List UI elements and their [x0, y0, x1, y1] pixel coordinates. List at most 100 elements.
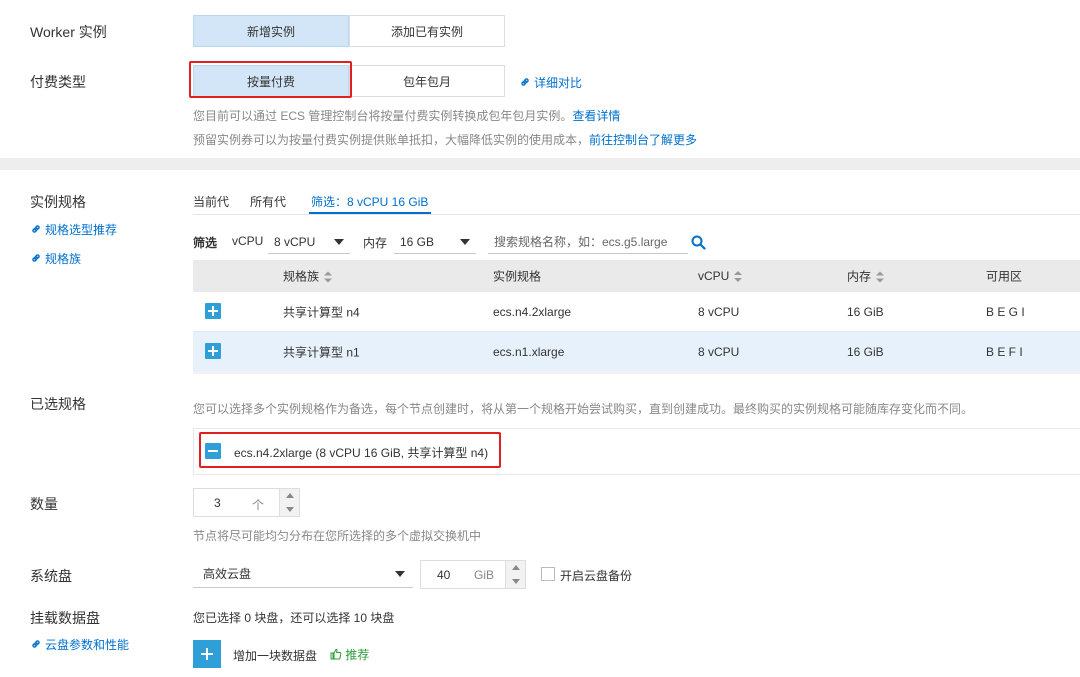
row-type: ecs.n4.2xlarge: [493, 304, 572, 319]
disk-size-spinner[interactable]: [505, 560, 526, 589]
mem-filter-label: 内存: [363, 236, 388, 250]
data-disk-note: 您已选择 0 块盘，还可以选择 10 块盘: [193, 611, 395, 625]
add-existing-instance-button[interactable]: 添加已有实例: [349, 15, 505, 47]
chevron-down-icon: [460, 238, 470, 245]
table-row[interactable]: 共享计算型 n1 ecs.n1.xlarge 8 vCPU 16 GiB B E…: [193, 332, 1080, 371]
disk-performance-text: 云盘参数和性能: [45, 638, 130, 652]
col-mem-text: 内存: [847, 269, 872, 284]
table-bottom-border: [193, 371, 1080, 374]
disk-performance-link[interactable]: 云盘参数和性能: [30, 636, 129, 653]
row-vcpu: 8 vCPU: [698, 304, 740, 319]
add-data-disk-button[interactable]: [193, 640, 221, 668]
billing-note-2: 预留实例券可以为按量付费实例提供账单抵扣，大幅降低实例的使用成本，前往控制台了解…: [193, 131, 697, 148]
compare-link-text: 详细对比: [534, 76, 583, 90]
section-divider: [0, 158, 1080, 170]
chevron-down-icon: [334, 238, 344, 245]
link-icon: [32, 225, 40, 233]
chevron-up-icon: [511, 565, 520, 571]
quantity-note: 节点将尽可能均匀分布在您所选择的多个虚拟交换机中: [193, 529, 482, 543]
spec-table-header: 规格族 实例规格 vCPU 内存 可用区: [193, 260, 1080, 292]
col-type: 实例规格: [493, 269, 542, 284]
col-vcpu[interactable]: vCPU: [698, 269, 743, 283]
system-disk-size-value: 40: [437, 568, 451, 582]
new-instance-button[interactable]: 新增实例: [193, 15, 349, 47]
row-type: ecs.n1.xlarge: [493, 344, 565, 359]
system-disk-size-unit: GiB: [474, 568, 495, 582]
add-spec-icon[interactable]: [205, 343, 221, 359]
compare-link[interactable]: 详细对比: [519, 74, 582, 91]
decrement-button[interactable]: [280, 502, 299, 516]
selected-note: 您可以选择多个实例规格作为备选，每个节点创建时，将从第一个规格开始尝试购买，直到…: [193, 402, 974, 416]
chevron-down-icon: [285, 506, 294, 512]
quantity-unit: 个: [252, 498, 265, 512]
col-mem[interactable]: 内存: [847, 268, 885, 285]
col-vcpu-text: vCPU: [698, 269, 730, 283]
vcpu-filter-label: vCPU: [232, 234, 264, 248]
system-disk-label: 系统盘: [30, 568, 72, 584]
decrement-button[interactable]: [506, 574, 525, 588]
view-details-link[interactable]: 查看详情: [572, 109, 620, 123]
highlight-box: [189, 61, 352, 98]
selected-label: 已选规格: [30, 396, 86, 412]
chevron-up-icon: [285, 493, 294, 499]
spec-label: 实例规格: [30, 194, 86, 210]
thumbs-up-icon: [330, 648, 342, 660]
highlight-box: [199, 432, 501, 468]
row-family: 共享计算型 n1: [283, 345, 360, 359]
col-family-text: 规格族: [283, 269, 320, 284]
quantity-label: 数量: [30, 496, 58, 512]
backup-checkbox[interactable]: [541, 567, 555, 581]
plus-icon-vertical: [206, 648, 208, 660]
data-disk-label: 挂载数据盘: [30, 610, 100, 626]
system-disk-type-value: 高效云盘: [203, 567, 252, 581]
mem-select[interactable]: 16 GB: [394, 230, 476, 254]
add-spec-icon[interactable]: [205, 303, 221, 319]
go-console-link[interactable]: 前往控制台了解更多: [589, 133, 697, 147]
row-vcpu: 8 vCPU: [698, 344, 740, 359]
worker-label: Worker 实例: [30, 24, 107, 40]
link-icon: [521, 78, 529, 86]
chevron-down-icon: [511, 578, 520, 584]
row-family: 共享计算型 n4: [283, 305, 360, 319]
chevron-down-icon: [395, 570, 405, 577]
spec-recommend-text: 规格选型推荐: [45, 223, 118, 237]
spec-family-link[interactable]: 规格族: [30, 250, 81, 267]
link-icon: [32, 640, 40, 648]
subscription-button[interactable]: 包年包月: [349, 65, 505, 97]
add-data-disk-label: 增加一块数据盘: [233, 649, 318, 663]
billing-note-2-text: 预留实例券可以为按量付费实例提供账单抵扣，大幅降低实例的使用成本，: [193, 133, 590, 147]
search-icon[interactable]: [691, 235, 706, 250]
mem-select-value: 16 GB: [400, 234, 435, 249]
col-zone: 可用区: [986, 269, 1023, 284]
sort-icon: [734, 271, 743, 283]
spec-search-input[interactable]: 搜索规格名称，如：ecs.g5.large: [488, 230, 688, 254]
system-disk-type-select[interactable]: 高效云盘: [193, 560, 413, 588]
row-zone: B E F I: [986, 344, 1023, 359]
backup-label: 开启云盘备份: [560, 569, 633, 583]
recommend-text: 推荐: [345, 648, 370, 662]
recommend-badge: 推荐: [330, 646, 369, 663]
quantity-spinner[interactable]: [279, 488, 300, 517]
row-mem: 16 GiB: [847, 304, 884, 319]
spec-search-placeholder: 搜索规格名称，如：ecs.g5.large: [494, 235, 668, 249]
vcpu-select[interactable]: 8 vCPU: [268, 230, 350, 254]
filter-label: 筛选: [193, 236, 218, 250]
increment-button[interactable]: [280, 489, 299, 503]
quantity-value: 3: [214, 496, 221, 510]
sort-icon: [876, 271, 885, 283]
row-zone: B E G I: [986, 304, 1025, 319]
increment-button[interactable]: [506, 561, 525, 575]
spec-recommend-link[interactable]: 规格选型推荐: [30, 221, 117, 238]
spec-family-text: 规格族: [45, 252, 82, 266]
table-row[interactable]: 共享计算型 n4 ecs.n4.2xlarge 8 vCPU 16 GiB B …: [193, 292, 1080, 331]
link-icon: [32, 254, 40, 262]
billing-label: 付费类型: [30, 74, 86, 90]
billing-note-1: 您目前可以通过 ECS 管理控制台将按量付费实例转换成包年包月实例。查看详情: [193, 107, 620, 124]
tab-all-gen[interactable]: 所有代: [250, 193, 286, 210]
tab-filter[interactable]: 筛选：8 vCPU 16 GiB: [311, 193, 428, 210]
tab-divider: [193, 214, 1080, 215]
col-family[interactable]: 规格族: [283, 268, 333, 285]
tab-current-gen[interactable]: 当前代: [193, 193, 229, 210]
row-mem: 16 GiB: [847, 344, 884, 359]
billing-note-1-text: 您目前可以通过 ECS 管理控制台将按量付费实例转换成包年包月实例。: [193, 109, 573, 123]
